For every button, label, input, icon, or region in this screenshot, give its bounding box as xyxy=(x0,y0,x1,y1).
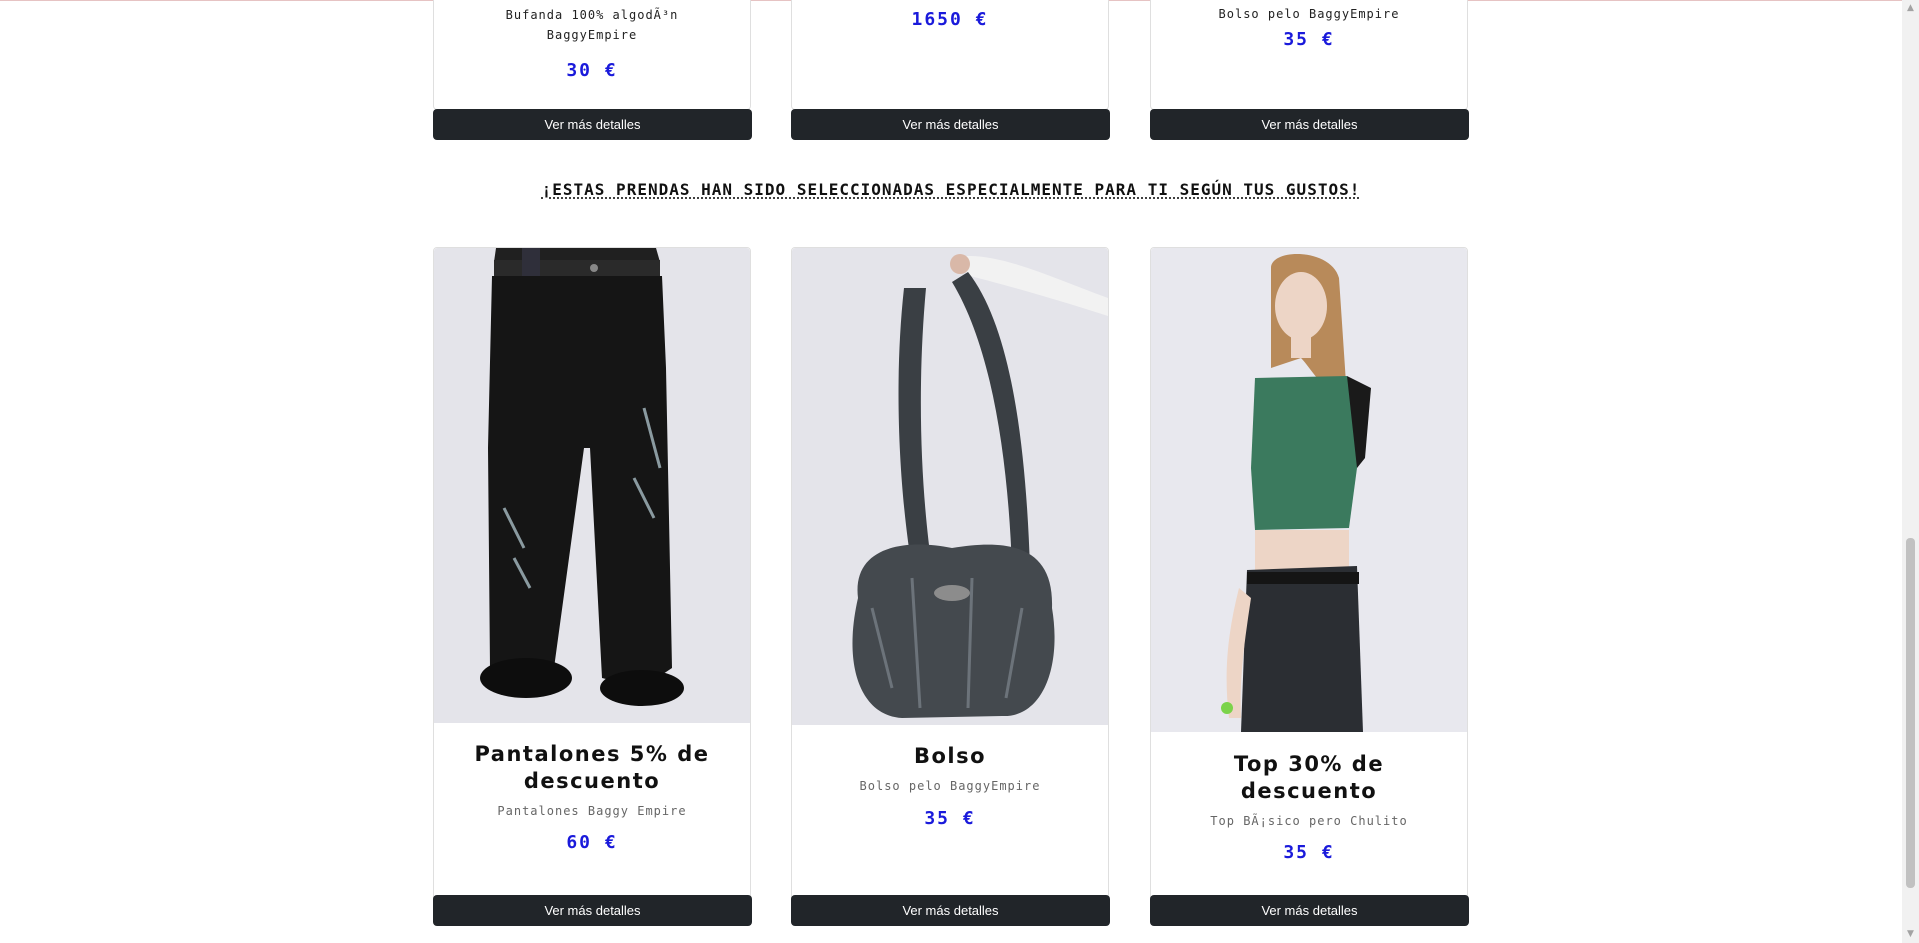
product-description: Bolso pelo BaggyEmpire xyxy=(859,779,1041,793)
product-price: 60 € xyxy=(566,832,618,853)
product-card-pants: Pantalones 5% de descuento Pantalones Ba… xyxy=(433,247,751,907)
product-card-bag: Bolso Bolso pelo BaggyEmpire 35 € xyxy=(791,247,1109,907)
product-card-bag-top: Bolso pelo BaggyEmpire 35 € xyxy=(1150,0,1468,110)
product-price: 30 € xyxy=(566,60,618,81)
details-button[interactable]: Ver más detalles xyxy=(433,109,752,140)
details-button[interactable]: Ver más detalles xyxy=(1150,109,1469,140)
top-image xyxy=(1151,248,1467,732)
product-title: Pantalones 5% de descuento xyxy=(474,742,710,793)
product-title: Top 30% de descuento xyxy=(1233,752,1385,803)
product-price: 35 € xyxy=(1283,842,1335,863)
product-card-scarf: Bufanda 100% algodÃ³n BaggyEmpire 30 € xyxy=(433,0,751,110)
scrollbar-thumb[interactable] xyxy=(1906,538,1915,888)
product-price: 1650 € xyxy=(911,9,989,30)
product-description: Top BÃ¡sico pero Chulito xyxy=(1210,814,1408,828)
product-title: Bolso xyxy=(913,744,987,768)
product-image-top[interactable] xyxy=(1151,248,1467,732)
section-heading: ¡ESTAS PRENDAS HAN SIDO SELECCIONADAS ES… xyxy=(0,180,1902,199)
product-description: Pantalones Baggy Empire xyxy=(497,804,687,818)
details-button[interactable]: Ver más detalles xyxy=(433,895,752,926)
section-heading-text: ¡ESTAS PRENDAS HAN SIDO SELECCIONADAS ES… xyxy=(541,180,1361,199)
details-button[interactable]: Ver más detalles xyxy=(1150,895,1469,926)
product-card-top: Top 30% de descuento Top BÃ¡sico pero Ch… xyxy=(1150,247,1468,907)
product-description: Bolso pelo BaggyEmpire xyxy=(1218,7,1400,21)
bag-image xyxy=(792,248,1108,725)
product-card-top-middle: 1650 € xyxy=(791,0,1109,110)
vertical-scrollbar[interactable]: ▲ ▼ xyxy=(1902,0,1919,943)
details-button[interactable]: Ver más detalles xyxy=(791,895,1110,926)
product-image-bag[interactable] xyxy=(792,248,1108,725)
pants-image xyxy=(434,248,750,723)
product-description: Bufanda 100% algodÃ³n BaggyEmpire xyxy=(505,8,679,42)
product-price: 35 € xyxy=(924,808,976,829)
product-image-pants[interactable] xyxy=(434,248,750,723)
scroll-down-arrow-icon[interactable]: ▼ xyxy=(1902,926,1919,943)
product-price: 35 € xyxy=(1283,29,1335,50)
details-button[interactable]: Ver más detalles xyxy=(791,109,1110,140)
scroll-up-arrow-icon[interactable]: ▲ xyxy=(1902,0,1919,17)
